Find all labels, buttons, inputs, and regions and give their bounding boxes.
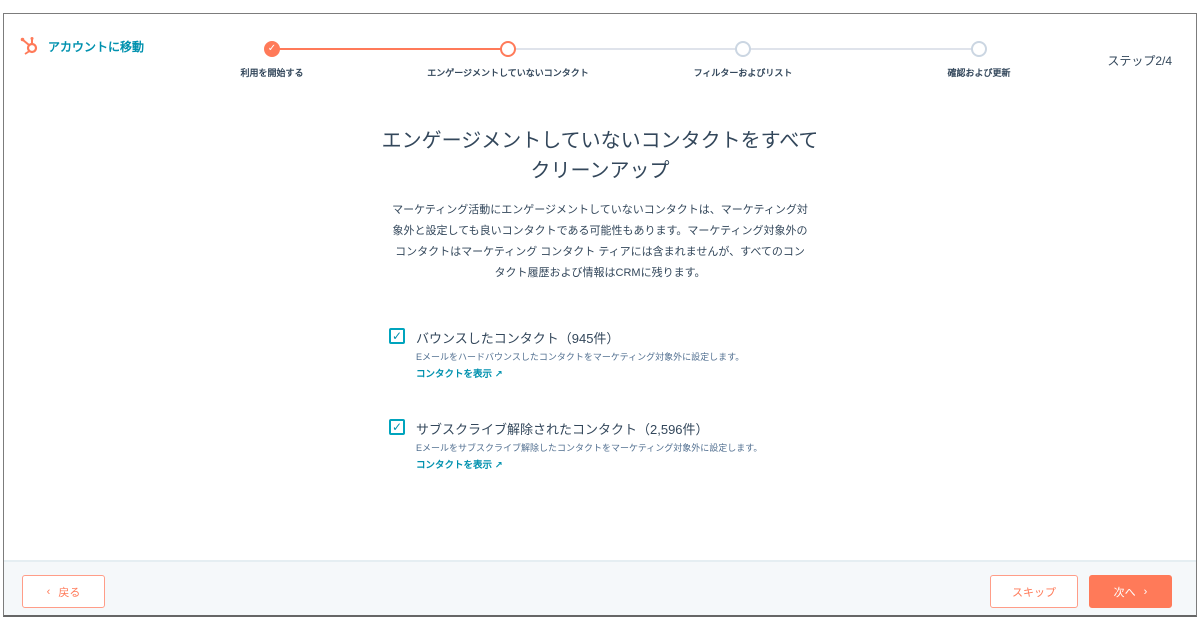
go-to-account-label: アカウントに移動 [48, 39, 145, 54]
view-contacts-link[interactable]: コンタクトを表示 ↗ [416, 366, 503, 380]
next-label: 次へ [1113, 586, 1136, 599]
step-4-label: 確認および更新 [947, 68, 1011, 78]
external-link-icon: ↗ [494, 460, 503, 471]
option-description: Eメールをハードバウンスしたコンタクトをマーケティング対象外に設定します。 [416, 352, 745, 362]
wizard-window [3, 13, 1197, 617]
step-3-label: フィルターおよびリスト [693, 68, 793, 78]
option-title: バウンスしたコンタクト（945件） [416, 331, 620, 346]
step-1-label: 利用を開始する [240, 68, 304, 78]
title-line-2: クリーンアップ [530, 160, 670, 182]
step-line-complete [272, 48, 508, 50]
title-line-1: エンゲージメントしていないコンタクトをすべて [381, 130, 819, 152]
description: マーケティング活動にエンゲージメントしていないコンタクトは、マーケティング対 象… [365, 200, 835, 284]
option-description: Eメールをサブスクライブ解除したコンタクトをマーケティング対象外に設定します。 [416, 443, 763, 453]
step-count: ステップ2/4 [1107, 54, 1172, 68]
external-link-icon: ↗ [494, 369, 503, 380]
step-2-label: エンゲージメントしていないコンタクト [427, 68, 589, 78]
desc-line: マーケティング活動にエンゲージメントしていないコンタクトは、マーケティング対 [392, 204, 808, 216]
step-2-dot [500, 41, 516, 57]
link-label: コンタクトを表示 [416, 460, 493, 471]
bounced-checkbox[interactable]: ✓ [389, 328, 405, 344]
link-label: コンタクトを表示 [416, 369, 493, 380]
desc-line: タクト履歴および情報はCRMに残ります。 [494, 267, 706, 279]
back-button[interactable]: ‹ 戻る [22, 575, 105, 608]
go-to-account-link[interactable]: アカウントに移動 [20, 36, 144, 56]
skip-button[interactable]: スキップ [990, 575, 1078, 608]
step-3-dot [735, 41, 751, 57]
desc-line: コンタクトはマーケティング コンタクト ティアには含まれませんが、すべてのコン [395, 246, 805, 258]
chevron-left-icon: ‹ [46, 585, 51, 598]
skip-label: スキップ [1012, 586, 1056, 599]
unsubscribed-checkbox[interactable]: ✓ [389, 419, 405, 435]
option-title: サブスクライブ解除されたコンタクト（2,596件） [416, 422, 709, 437]
step-4-dot [971, 41, 987, 57]
view-contacts-link[interactable]: コンタクトを表示 ↗ [416, 457, 503, 471]
hubspot-logo-icon [20, 37, 38, 55]
back-label: 戻る [58, 586, 81, 599]
page-title: エンゲージメントしていないコンタクトをすべて クリーンアップ [0, 126, 1200, 186]
chevron-right-icon: › [1143, 585, 1148, 598]
step-1-check-icon: ✓ [264, 41, 280, 57]
desc-line: 象外と設定しても良いコンタクトである可能性もあります。マーケティング対象外の [392, 225, 808, 237]
next-button[interactable]: 次へ › [1089, 575, 1172, 608]
